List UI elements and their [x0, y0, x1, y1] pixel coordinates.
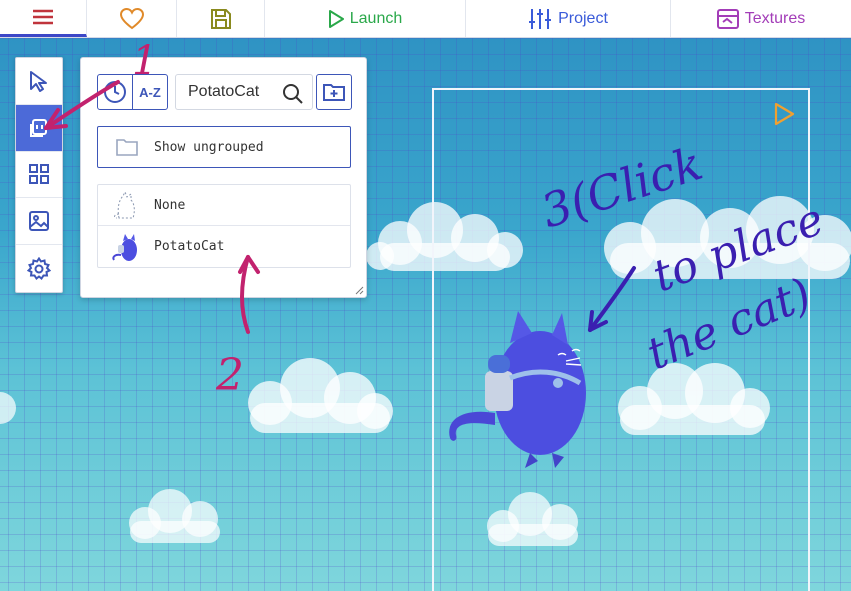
launch-button[interactable]: Launch: [265, 0, 466, 37]
textures-label: Textures: [744, 9, 806, 27]
launch-label: Launch: [349, 9, 403, 27]
template-list: None PotatoCat: [97, 184, 351, 268]
cloud-bottom-left: [129, 489, 220, 543]
sidebar-item-select[interactable]: [16, 58, 62, 105]
search-icon[interactable]: [282, 83, 304, 105]
top-toolbar: Launch Project Textures: [0, 0, 851, 38]
hamburger-icon: [33, 9, 53, 25]
potato-cat-instance[interactable]: [440, 293, 600, 468]
template-panel-toolbar: A-Z: [97, 74, 352, 110]
textures-button[interactable]: Textures: [671, 0, 851, 37]
copy-template-icon: [30, 118, 47, 137]
save-icon: [210, 8, 231, 29]
template-search-input[interactable]: [188, 83, 288, 101]
sliders-icon: [529, 8, 552, 29]
gear-icon: [27, 256, 51, 280]
ghost-cat-outline-icon: [98, 190, 154, 220]
cursor-icon: [30, 70, 47, 92]
heart-icon: [119, 7, 144, 29]
sort-by-time-button[interactable]: [97, 74, 133, 110]
menu-button[interactable]: [0, 0, 87, 37]
template-picker-panel: A-Z Show ungrouped None: [80, 57, 367, 298]
show-ungrouped-button[interactable]: Show ungrouped: [97, 126, 351, 168]
potato-cat-thumbnail: [98, 231, 154, 263]
texture-icon: [716, 8, 739, 29]
project-button[interactable]: Project: [466, 0, 671, 37]
sidebar-item-tiles[interactable]: [16, 152, 62, 199]
clock-icon: [104, 81, 126, 103]
sidebar-item-templates[interactable]: [16, 104, 62, 152]
tool-sidebar: [15, 57, 63, 293]
favorite-button[interactable]: [87, 0, 177, 37]
grid-icon: [29, 164, 49, 185]
show-ungrouped-label: Show ungrouped: [154, 139, 264, 155]
project-label: Project: [558, 9, 608, 27]
folder-plus-icon: [323, 84, 345, 101]
cloud-middle: [248, 358, 393, 433]
template-search: [175, 74, 313, 110]
template-item-label: None: [154, 197, 186, 213]
cloud-left-edge: [0, 392, 16, 424]
sidebar-item-backgrounds[interactable]: [16, 198, 62, 246]
resize-grip-icon[interactable]: [354, 285, 364, 295]
sort-alphabetical-button[interactable]: A-Z: [132, 74, 168, 110]
image-icon: [29, 211, 49, 232]
save-button[interactable]: [177, 0, 265, 37]
template-item-none[interactable]: None: [98, 185, 350, 226]
folder-icon: [116, 139, 138, 156]
play-outline-icon[interactable]: [773, 102, 795, 126]
play-icon: [328, 9, 344, 28]
template-item-label: PotatoCat: [154, 239, 225, 254]
add-folder-button[interactable]: [316, 74, 352, 110]
template-item-potatocat[interactable]: PotatoCat: [98, 226, 350, 267]
sidebar-item-settings[interactable]: [16, 245, 62, 292]
